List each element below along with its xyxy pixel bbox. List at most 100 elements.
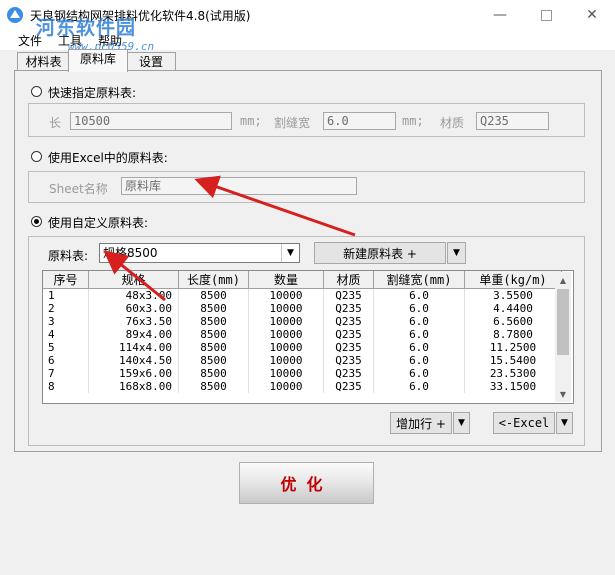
radio-excel[interactable] xyxy=(31,151,42,162)
cell-quantity[interactable]: 10000 xyxy=(248,380,324,393)
cell-quantity[interactable]: 10000 xyxy=(248,341,324,354)
cell-quantity[interactable]: 10000 xyxy=(248,367,324,380)
excel-import-button[interactable]: <-Excel xyxy=(493,412,555,434)
cell-unit-weight[interactable]: 15.5400 xyxy=(464,354,562,367)
table-row[interactable]: 5 114x4.00 8500 10000 Q235 6.0 11.2500 xyxy=(43,341,562,354)
cell-length[interactable]: 8500 xyxy=(178,315,249,328)
cell-unit-weight[interactable]: 8.7800 xyxy=(464,328,562,341)
kerf-label: 割缝宽 xyxy=(274,116,311,130)
cell-kerf[interactable]: 6.0 xyxy=(373,380,465,393)
new-table-dropdown[interactable]: ▼ xyxy=(447,242,466,264)
chevron-down-icon[interactable]: ▼ xyxy=(281,244,299,262)
cell-length[interactable]: 8500 xyxy=(178,380,249,393)
material-table-select[interactable]: 规格8500 ▼ xyxy=(99,243,300,263)
cell-index[interactable]: 2 xyxy=(43,302,89,315)
cell-material[interactable]: Q235 xyxy=(323,341,374,354)
cell-index[interactable]: 5 xyxy=(43,341,89,354)
column-header[interactable]: 规格 xyxy=(88,271,179,289)
excel-import-dropdown[interactable]: ▼ xyxy=(556,412,573,434)
cell-quantity[interactable]: 10000 xyxy=(248,328,324,341)
radio-custom[interactable] xyxy=(31,216,42,227)
cell-spec[interactable]: 114x4.00 xyxy=(88,341,179,354)
cell-unit-weight[interactable]: 3.5500 xyxy=(464,288,562,302)
tab-raw-library[interactable]: 原料库 xyxy=(68,49,128,72)
custom-option-label: 使用自定义原料表: xyxy=(48,216,149,230)
add-row-dropdown[interactable]: ▼ xyxy=(453,412,470,434)
new-table-button[interactable]: 新建原料表 + xyxy=(314,242,446,264)
radio-quick[interactable] xyxy=(31,86,42,97)
cell-quantity[interactable]: 10000 xyxy=(248,302,324,315)
table-row[interactable]: 1 48x3.00 8500 10000 Q235 6.0 3.5500 xyxy=(43,288,562,302)
table-row[interactable]: 3 76x3.50 8500 10000 Q235 6.0 6.5600 xyxy=(43,315,562,328)
cell-quantity[interactable]: 10000 xyxy=(248,288,324,302)
cell-index[interactable]: 6 xyxy=(43,354,89,367)
table-row[interactable]: 7 159x6.00 8500 10000 Q235 6.0 23.5300 xyxy=(43,367,562,380)
cell-kerf[interactable]: 6.0 xyxy=(373,328,465,341)
cell-spec[interactable]: 159x6.00 xyxy=(88,367,179,380)
material-input[interactable]: Q235 xyxy=(476,112,549,130)
cell-unit-weight[interactable]: 11.2500 xyxy=(464,341,562,354)
cell-length[interactable]: 8500 xyxy=(178,328,249,341)
cell-spec[interactable]: 140x4.50 xyxy=(88,354,179,367)
column-header[interactable]: 长度(mm) xyxy=(178,271,249,289)
cell-length[interactable]: 8500 xyxy=(178,354,249,367)
scroll-down-icon[interactable]: ▼ xyxy=(555,386,571,402)
cell-index[interactable]: 7 xyxy=(43,367,89,380)
cell-index[interactable]: 1 xyxy=(43,288,89,302)
cell-spec[interactable]: 48x3.00 xyxy=(88,288,179,302)
cell-material[interactable]: Q235 xyxy=(323,367,374,380)
cell-spec[interactable]: 76x3.50 xyxy=(88,315,179,328)
cell-index[interactable]: 4 xyxy=(43,328,89,341)
cell-kerf[interactable]: 6.0 xyxy=(373,367,465,380)
cell-unit-weight[interactable]: 6.5600 xyxy=(464,315,562,328)
cell-quantity[interactable]: 10000 xyxy=(248,354,324,367)
maximize-button[interactable] xyxy=(523,0,569,30)
table-row[interactable]: 6 140x4.50 8500 10000 Q235 6.0 15.5400 xyxy=(43,354,562,367)
column-header[interactable]: 割缝宽(mm) xyxy=(373,271,465,289)
cell-kerf[interactable]: 6.0 xyxy=(373,288,465,302)
kerf-unit: mm; xyxy=(402,114,424,128)
cell-index[interactable]: 8 xyxy=(43,380,89,393)
kerf-input[interactable]: 6.0 xyxy=(323,112,396,130)
cell-unit-weight[interactable]: 33.1500 xyxy=(464,380,562,393)
column-header[interactable]: 单重(kg/m) xyxy=(464,271,562,289)
cell-material[interactable]: Q235 xyxy=(323,380,374,393)
column-header[interactable]: 序号 xyxy=(43,271,89,289)
cell-material[interactable]: Q235 xyxy=(323,288,374,302)
sheet-name-input[interactable]: 原料库 xyxy=(121,177,357,195)
tab-materials[interactable]: 材料表 xyxy=(17,52,70,71)
length-input[interactable]: 10500 xyxy=(70,112,232,130)
column-header[interactable]: 材质 xyxy=(323,271,374,289)
cell-quantity[interactable]: 10000 xyxy=(248,315,324,328)
tab-settings[interactable]: 设置 xyxy=(126,52,176,71)
cell-index[interactable]: 3 xyxy=(43,315,89,328)
cell-kerf[interactable]: 6.0 xyxy=(373,341,465,354)
cell-length[interactable]: 8500 xyxy=(178,288,249,302)
cell-kerf[interactable]: 6.0 xyxy=(373,302,465,315)
table-row[interactable]: 8 168x8.00 8500 10000 Q235 6.0 33.1500 xyxy=(43,380,562,393)
cell-unit-weight[interactable]: 23.5300 xyxy=(464,367,562,380)
grid-vertical-scrollbar[interactable]: ▲ ▼ xyxy=(555,272,571,402)
cell-spec[interactable]: 60x3.00 xyxy=(88,302,179,315)
cell-length[interactable]: 8500 xyxy=(178,302,249,315)
cell-material[interactable]: Q235 xyxy=(323,302,374,315)
close-button[interactable]: ✕ xyxy=(569,0,615,30)
optimize-button[interactable]: 优化 xyxy=(239,462,374,504)
cell-unit-weight[interactable]: 4.4400 xyxy=(464,302,562,315)
add-row-button[interactable]: 增加行 + xyxy=(390,412,452,434)
cell-material[interactable]: Q235 xyxy=(323,328,374,341)
cell-length[interactable]: 8500 xyxy=(178,367,249,380)
column-header[interactable]: 数量 xyxy=(248,271,324,289)
minimize-button[interactable]: — xyxy=(477,0,523,30)
cell-kerf[interactable]: 6.0 xyxy=(373,315,465,328)
cell-kerf[interactable]: 6.0 xyxy=(373,354,465,367)
cell-length[interactable]: 8500 xyxy=(178,341,249,354)
scroll-thumb[interactable] xyxy=(557,289,569,355)
scroll-up-icon[interactable]: ▲ xyxy=(555,272,571,288)
cell-spec[interactable]: 89x4.00 xyxy=(88,328,179,341)
cell-spec[interactable]: 168x8.00 xyxy=(88,380,179,393)
cell-material[interactable]: Q235 xyxy=(323,354,374,367)
table-row[interactable]: 2 60x3.00 8500 10000 Q235 6.0 4.4400 xyxy=(43,302,562,315)
table-row[interactable]: 4 89x4.00 8500 10000 Q235 6.0 8.7800 xyxy=(43,328,562,341)
cell-material[interactable]: Q235 xyxy=(323,315,374,328)
